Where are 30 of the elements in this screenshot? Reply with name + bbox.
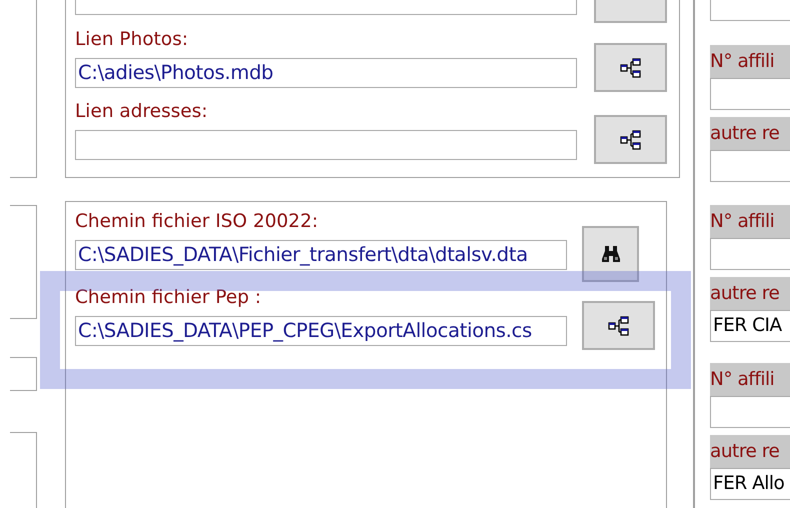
field-label: N° affili <box>710 363 790 396</box>
field-label: autre re <box>710 277 790 310</box>
input-field[interactable]: C:\adies\Photos.mdb <box>75 58 577 88</box>
field-label: autre re <box>710 117 790 150</box>
input-field[interactable] <box>75 130 577 160</box>
input-field[interactable]: FER CIA <box>710 310 790 342</box>
binoculars-icon <box>600 245 620 263</box>
input-field[interactable]: C:\SADIES_DATA\PEP_CPEG\ExportAllocations.cs <box>75 316 567 346</box>
input-field[interactable] <box>710 396 790 428</box>
browse-button[interactable] <box>582 301 655 350</box>
input-field[interactable]: C:\SADIES_DATA\Fichier_transfert\dta\dtalsv.dta <box>75 240 567 270</box>
hierarchy-icon <box>620 58 642 78</box>
input-field[interactable] <box>710 238 790 270</box>
input-field[interactable]: FER Allo <box>710 468 790 500</box>
field-label: Lien adresses: <box>75 100 209 124</box>
group-box-frame <box>10 357 37 391</box>
input-field[interactable] <box>75 0 577 15</box>
hierarchy-icon <box>608 316 630 336</box>
input-field[interactable] <box>710 0 790 21</box>
browse-button[interactable] <box>594 43 667 92</box>
field-label: autre re <box>710 435 790 468</box>
hierarchy-icon <box>620 130 642 150</box>
browse-button[interactable] <box>594 115 667 164</box>
field-label: Chemin fichier Pep : <box>75 286 262 310</box>
field-label: N° affili <box>710 45 790 78</box>
input-field[interactable] <box>710 78 790 110</box>
field-label: N° affili <box>710 205 790 238</box>
input-field[interactable] <box>710 150 790 182</box>
field-label: Lien Photos: <box>75 28 190 52</box>
field-label: Chemin fichier ISO 20022: <box>75 210 320 234</box>
